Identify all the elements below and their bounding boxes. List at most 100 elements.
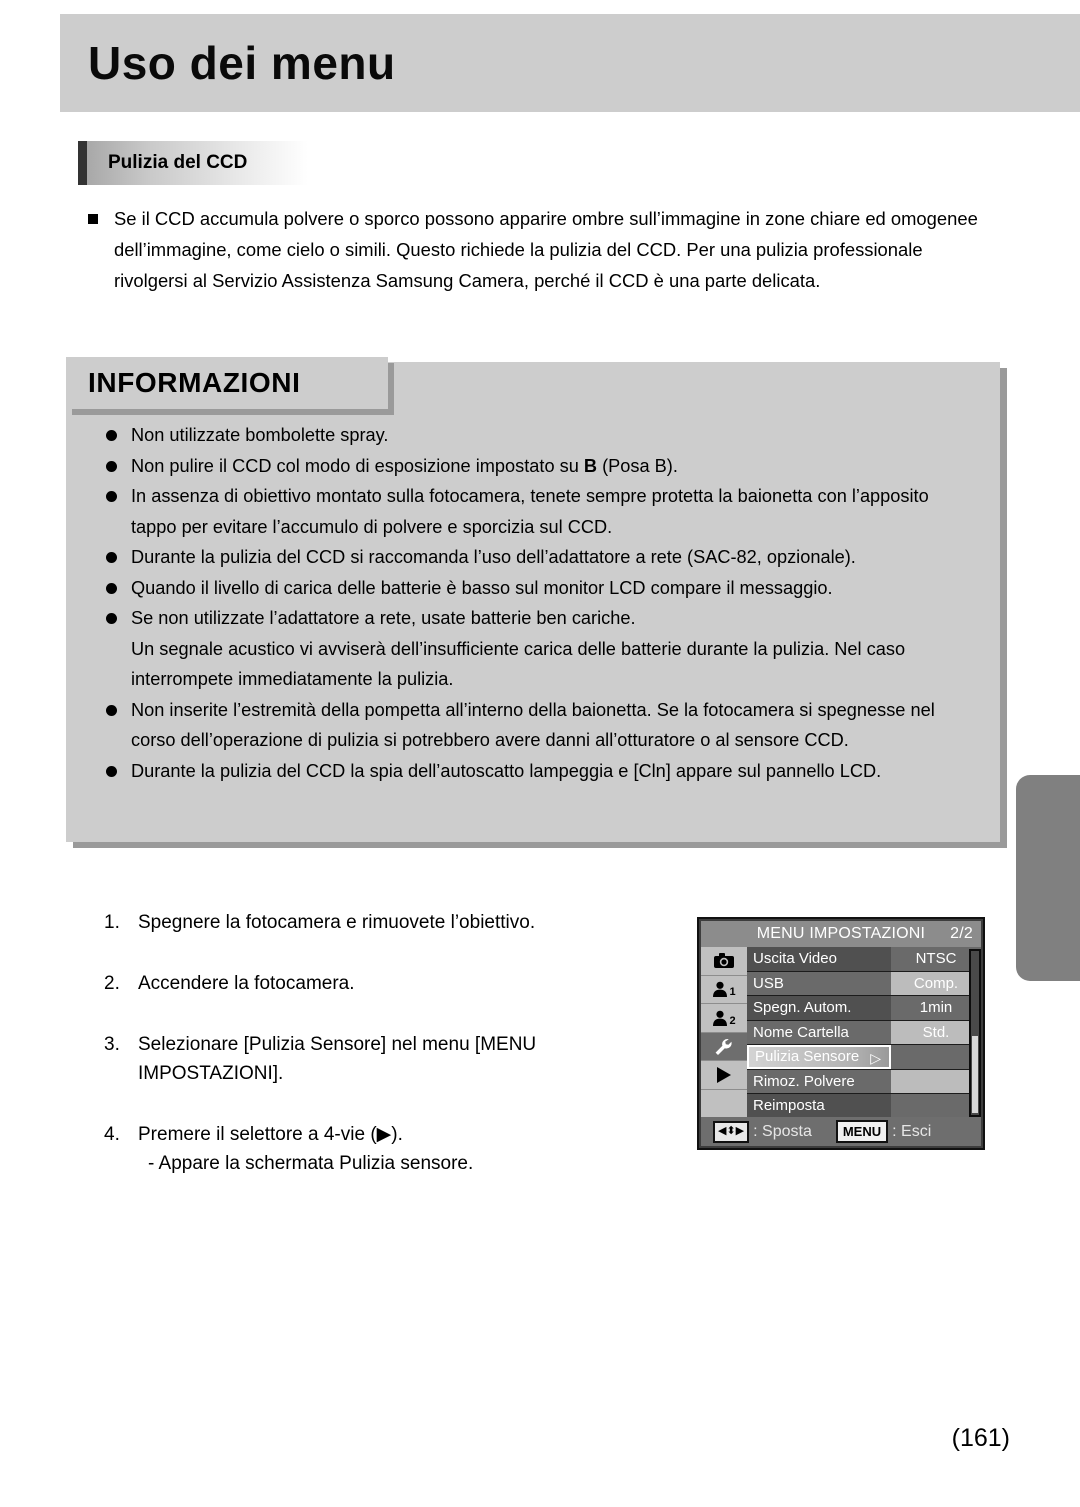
camera-icon [714,953,734,969]
lcd-page-indicator: 2/2 [950,925,973,942]
step-item: 2. Accendere la fotocamera. [104,969,664,998]
lcd-row-value [891,1045,981,1069]
round-bullet-icon [106,491,117,502]
section-subtitle-bar: Pulizia del CCD [78,141,308,185]
page-title: Uso dei menu [88,37,396,89]
round-bullet-icon [106,430,117,441]
lcd-row-value: Std. [891,1020,981,1044]
page-number: (161) [951,1424,1010,1452]
square-bullet-icon [88,214,98,224]
step-number: 4. [104,1124,120,1145]
lcd-scrollbar-thumb[interactable] [972,1036,978,1113]
step-subnote: - Appare la schermata Pulizia sensore. [148,1153,474,1174]
info-list-item: Se non utilizzate l’adattatore a rete, u… [106,603,976,695]
step-text-line2: IMPOSTAZIONI]. [138,1063,284,1084]
lcd-body: 12 Uscita Video NTSC USB Comp. Spegn. Autom.… [701,947,981,1119]
lcd-tab-user1-icon[interactable]: 1 [701,976,747,1005]
info-item-continuation: Un segnale acustico vi avviserà dell’ins… [131,638,906,690]
intro-text: Se il CCD accumula polvere o sporco poss… [114,208,978,291]
info-item-text: Non utilizzate bombolette spray. [131,425,389,445]
step-item: 3. Selezionare [Pulizia Sensore] nel menu… [104,1030,664,1088]
lcd-footer-bar: ◀⬍▶ : Sposta MENU : Esci [701,1117,981,1146]
intro-paragraph: Se il CCD accumula polvere o sporco poss… [88,203,988,296]
lcd-row-label: Nome Cartella [747,1020,891,1044]
lcd-row-value [891,1094,981,1118]
step-number: 3. [104,1034,120,1055]
subtitle-accent-bar [78,141,87,185]
step-item: 4. Premere il selettore a 4-vie (▶). - App… [104,1120,664,1178]
info-list: Non utilizzate bombolette spray. Non puli… [106,420,976,786]
info-list-item: Non pulire il CCD col modo di esposizion… [106,451,976,482]
lcd-row-label: USB [747,971,891,995]
info-item-emphasis: B [583,455,598,476]
menu-key-icon: MENU [835,1120,889,1143]
lcd-row-label: Reimposta [747,1094,891,1118]
step-text: Selezionare [Pulizia Sensore] nel menu [… [138,1034,537,1055]
lcd-row-value: NTSC [891,947,981,971]
user2-icon [712,1010,728,1026]
lcd-tab-play-icon[interactable] [701,1061,747,1090]
info-item-text-tail: (Posa B). [597,455,678,476]
info-item-text: Durante la pulizia del CCD la spia dell’… [131,760,882,781]
lcd-exit-label: : Esci [892,1123,932,1140]
lcd-row-label: Spegn. Autom. [747,996,891,1020]
info-item-text: In assenza di obiettivo montato sulla fo… [131,486,929,537]
steps-list: 1. Spegnere la fotocamera e rimuovete l’o… [104,908,664,1210]
lcd-menu-row[interactable]: Pulizia Sensore ▷ [747,1045,981,1070]
lcd-tab-camera-icon[interactable] [701,947,747,976]
lcd-tab-index: 2 [729,1014,736,1027]
page-edge-tab [1016,775,1080,981]
info-item-text: Durante la pulizia del CCD si raccomanda… [131,547,856,567]
round-bullet-icon [106,552,117,563]
info-item-text: Non inserite l’estremità della pompetta … [131,699,935,751]
lcd-row-list: Uscita Video NTSC USB Comp. Spegn. Autom. 1mi… [747,947,981,1119]
info-list-item: In assenza di obiettivo montato sulla fo… [106,481,976,542]
lcd-row-value [891,1069,981,1093]
lcd-title-label: MENU IMPOSTAZIONI [756,925,926,942]
round-bullet-icon [106,704,117,716]
info-tag-label: INFORMAZIONI [88,367,301,398]
step-item: 1. Spegnere la fotocamera e rimuovete l’o… [104,908,664,937]
step-number: 2. [104,973,120,994]
lcd-menu-row[interactable]: Rimoz. Polvere [747,1069,981,1094]
section-subtitle-label: Pulizia del CCD [108,152,248,173]
lcd-menu-row[interactable]: Nome Cartella Std. [747,1020,981,1045]
info-list-item: Durante la pulizia del CCD si raccomanda… [106,542,976,573]
lcd-menu-row[interactable]: Reimposta [747,1094,981,1119]
lcd-row-label: Pulizia Sensore ▷ [747,1045,891,1069]
info-item-text: Quando il livello di carica delle batter… [131,577,833,598]
round-bullet-icon [106,582,117,594]
play-icon [715,1067,733,1084]
step-number: 1. [104,912,120,933]
info-item-text: Se non utilizzate l’adattatore a rete, u… [131,608,636,628]
lcd-row-value: Comp. [891,971,981,995]
step-text: Premere il selettore a 4-vie (▶). [138,1124,403,1145]
lcd-scrollbar[interactable] [969,949,981,1117]
user1-icon [712,981,728,998]
lcd-row-label: Uscita Video [747,947,891,971]
lcd-tab-user2-icon[interactable]: 2 [701,1004,747,1033]
lcd-move-label: : Sposta [753,1123,812,1140]
info-item-text: Non pulire il CCD col modo di esposizion… [131,455,584,476]
lcd-menu-row[interactable]: Uscita Video NTSC [747,947,981,972]
info-list-item: Durante la pulizia del CCD la spia dell’… [106,756,976,787]
lcd-icon-column: 12 [701,947,747,1119]
lcd-row-value: 1min [891,996,981,1020]
lcd-menu-row[interactable]: Spegn. Autom. 1min [747,996,981,1021]
round-bullet-icon [106,613,117,624]
step-text: Accendere la fotocamera. [138,973,355,994]
round-bullet-icon [106,765,117,777]
wrench-icon [714,1038,734,1056]
lcd-row-label: Rimoz. Polvere [747,1069,891,1093]
info-list-item: Non utilizzate bombolette spray. [106,420,976,451]
info-list-item: Quando il livello di carica delle batter… [106,573,976,604]
step-text: Spegnere la fotocamera e rimuovete l’obi… [138,912,536,933]
round-bullet-icon [106,460,117,472]
lcd-tab-index: 1 [729,986,736,999]
lcd-tab-wrench-icon[interactable] [701,1032,747,1062]
lcd-menu-row[interactable]: USB Comp. [747,971,981,996]
info-list-item: Non inserite l’estremità della pompetta … [106,695,976,756]
lcd-menu-screenshot: MENU IMPOSTAZIONI 2/2 12 Uscita Video NTS… [697,917,985,1150]
four-way-key-icon: ◀⬍▶ [713,1120,750,1143]
chevron-right-icon: ▷ [870,1050,881,1066]
